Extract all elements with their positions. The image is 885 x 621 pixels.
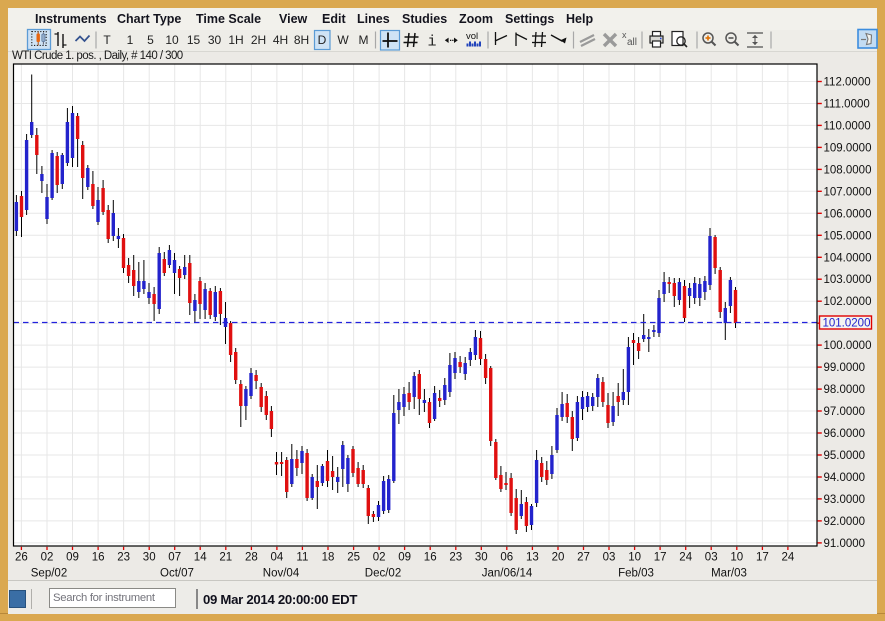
svg-text:91.0000: 91.0000 (824, 538, 866, 550)
svg-text:100.0000: 100.0000 (824, 340, 872, 352)
svg-text:17: 17 (654, 552, 667, 564)
svg-text:Feb/03: Feb/03 (618, 568, 654, 580)
svg-text:110.0000: 110.0000 (824, 120, 871, 132)
svg-text:16: 16 (424, 552, 437, 564)
svg-text:26: 26 (15, 552, 28, 564)
svg-text:23: 23 (449, 552, 462, 564)
svg-text:102.0000: 102.0000 (824, 296, 872, 308)
svg-text:25: 25 (347, 552, 360, 564)
svg-text:99.0000: 99.0000 (824, 362, 866, 374)
svg-text:16: 16 (92, 552, 105, 564)
svg-text:Dec/02: Dec/02 (365, 568, 401, 580)
svg-text:103.0000: 103.0000 (824, 274, 872, 286)
svg-text:vol: vol (466, 31, 478, 42)
svg-text:94.0000: 94.0000 (824, 472, 866, 484)
svg-text:104.0000: 104.0000 (824, 252, 872, 264)
svg-text:112.0000: 112.0000 (824, 77, 871, 89)
svg-text:10: 10 (730, 552, 743, 564)
svg-text:14: 14 (194, 552, 207, 564)
svg-text:09: 09 (66, 552, 79, 564)
svg-text:03: 03 (705, 552, 718, 564)
svg-text:Oct/07: Oct/07 (160, 568, 194, 580)
svg-text:111.0000: 111.0000 (824, 99, 870, 111)
svg-text:09: 09 (398, 552, 411, 564)
svg-text:21: 21 (219, 552, 232, 564)
svg-text:17: 17 (756, 552, 769, 564)
svg-text:13: 13 (526, 552, 539, 564)
svg-text:Nov/04: Nov/04 (263, 568, 300, 580)
svg-text:93.0000: 93.0000 (824, 494, 866, 506)
svg-text:11: 11 (296, 552, 308, 564)
svg-text:96.0000: 96.0000 (824, 428, 866, 440)
svg-text:30: 30 (475, 552, 488, 564)
svg-text:02: 02 (41, 552, 54, 564)
svg-text:24: 24 (782, 552, 795, 564)
svg-text:105.0000: 105.0000 (824, 230, 872, 242)
svg-text:20: 20 (552, 552, 565, 564)
svg-text:23: 23 (117, 552, 130, 564)
svg-text:Jan/06/14: Jan/06/14 (482, 568, 533, 580)
svg-text:107.0000: 107.0000 (824, 186, 872, 198)
svg-text:97.0000: 97.0000 (824, 406, 866, 418)
svg-text:30: 30 (143, 552, 156, 564)
svg-text:108.0000: 108.0000 (824, 164, 872, 176)
svg-text:27: 27 (577, 552, 590, 564)
svg-text:109.0000: 109.0000 (824, 142, 872, 154)
svg-text:101.0200: 101.0200 (823, 318, 871, 330)
svg-text:106.0000: 106.0000 (824, 208, 872, 220)
svg-text:Mar/03: Mar/03 (711, 568, 747, 580)
svg-text:Sep/02: Sep/02 (31, 568, 67, 580)
svg-text:98.0000: 98.0000 (824, 384, 866, 396)
svg-text:07: 07 (168, 552, 181, 564)
svg-text:95.0000: 95.0000 (824, 450, 866, 462)
svg-text:all: all (627, 37, 637, 48)
svg-text:24: 24 (679, 552, 692, 564)
svg-text:10: 10 (628, 552, 641, 564)
svg-text:04: 04 (271, 552, 284, 564)
svg-text:28: 28 (245, 552, 258, 564)
svg-text:03: 03 (603, 552, 616, 564)
svg-text:i: i (428, 34, 437, 51)
svg-text:18: 18 (322, 552, 335, 564)
svg-text:06: 06 (500, 552, 513, 564)
svg-text:92.0000: 92.0000 (824, 516, 866, 528)
svg-text:02: 02 (373, 552, 386, 564)
